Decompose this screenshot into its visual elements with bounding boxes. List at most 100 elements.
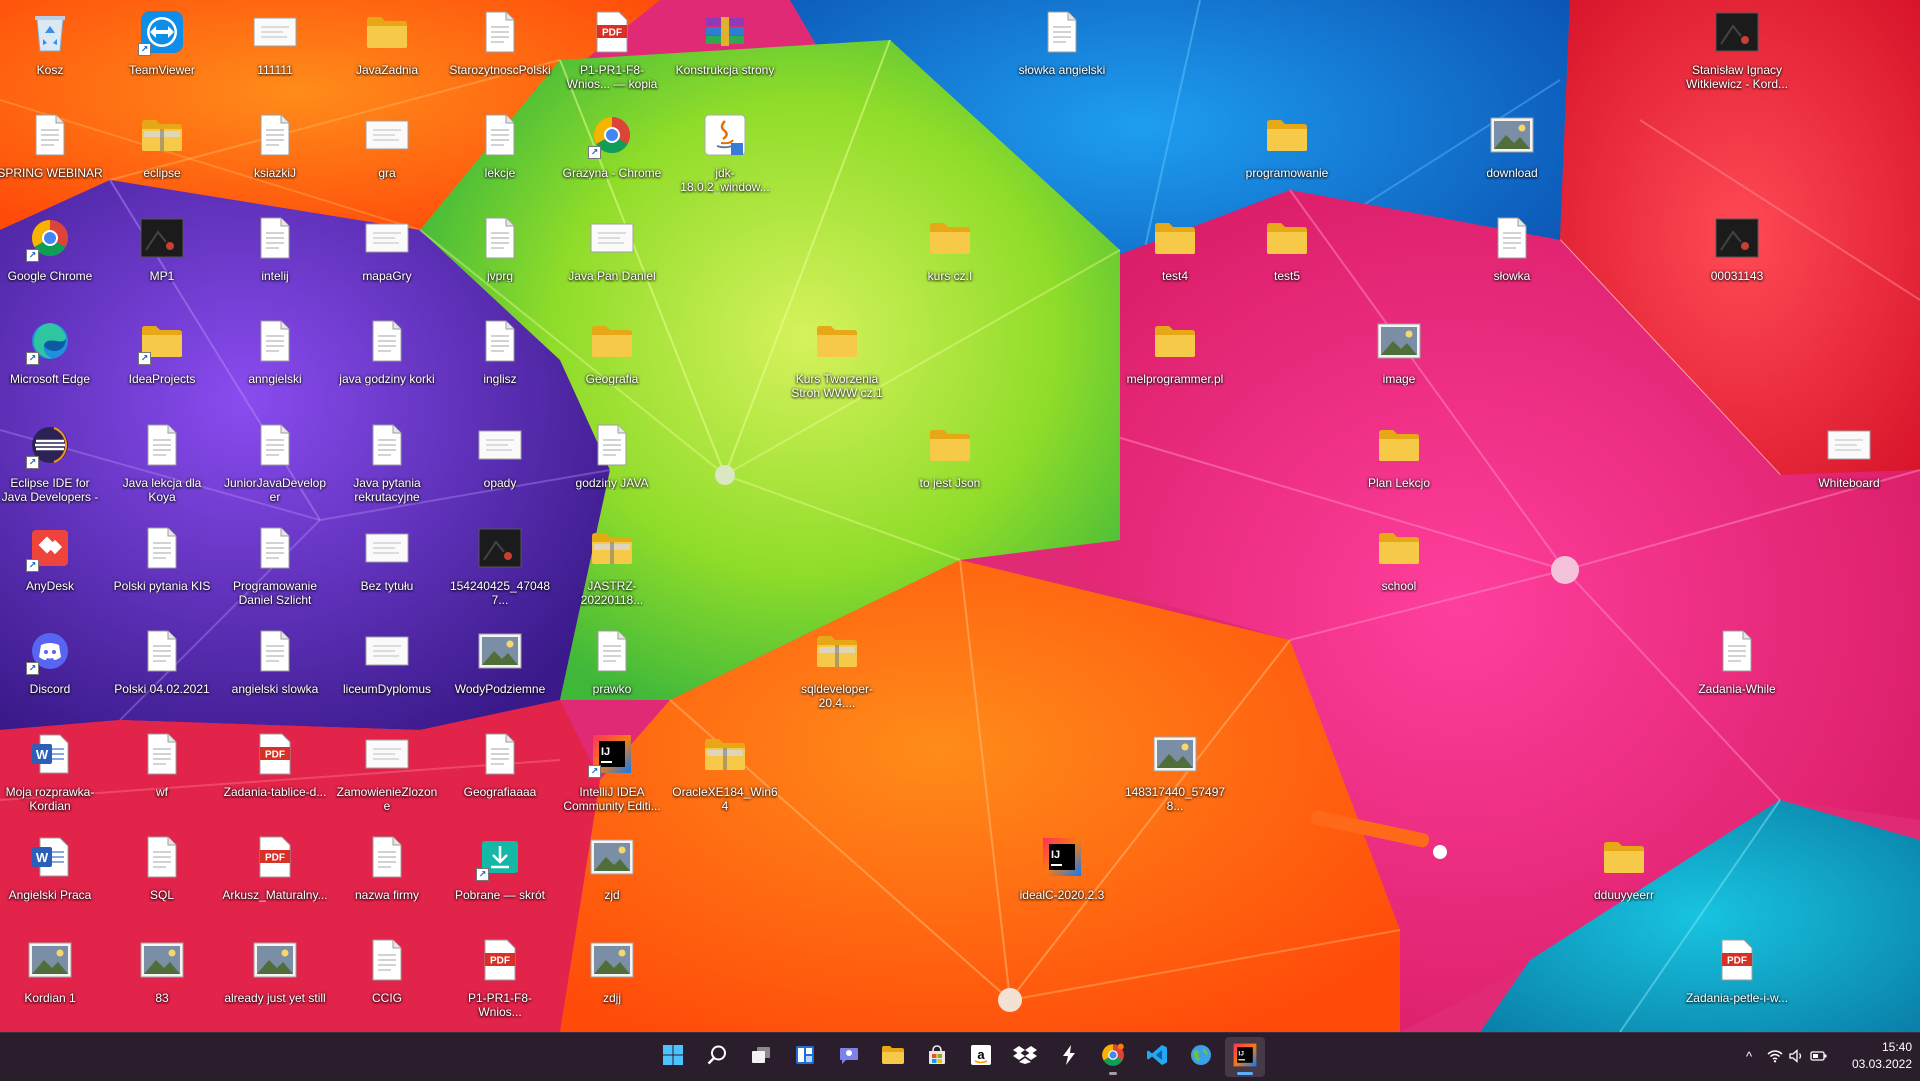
desktop-icon[interactable]: MP1 [108,208,216,308]
desktop-icon[interactable]: ↗ Pobrane — skrót [446,827,554,927]
desktop-icon[interactable]: programowanie [1233,105,1341,205]
wifi-icon[interactable] [1764,1045,1786,1067]
desktop-icon[interactable]: lekcje [446,105,554,205]
winamp-button[interactable] [1049,1037,1089,1077]
file-explorer-button[interactable] [873,1037,913,1077]
start-button[interactable] [653,1037,693,1077]
desktop-icon[interactable]: Kordian 1 [0,930,104,1030]
desktop-icon[interactable]: PDF Zadania-tablice-d... [221,724,329,824]
desktop-icon[interactable]: PDF Arkusz_Maturalny... [221,827,329,927]
desktop-icon[interactable]: zdjj [558,930,666,1030]
desktop-icon[interactable]: CCIG [333,930,441,1030]
desktop-icon[interactable]: ↗ Microsoft Edge [0,311,104,411]
desktop-icon[interactable]: słowka angielski [1008,2,1116,102]
dropbox-button[interactable] [1005,1037,1045,1077]
desktop-icon[interactable]: PDF P1-PR1-F8-Wnios... — kopia [558,2,666,102]
desktop-icon[interactable]: kurs cz.I [896,208,1004,308]
desktop-icon[interactable]: ZamowienieZlozone [333,724,441,824]
search-button[interactable] [697,1037,737,1077]
task-view-button[interactable] [741,1037,781,1077]
desktop-icon[interactable]: school [1345,518,1453,618]
desktop-icon[interactable]: Java lekcja dla Koya [108,415,216,515]
desktop-icon[interactable]: inglisz [446,311,554,411]
widgets-button[interactable] [785,1037,825,1077]
desktop-icon[interactable]: 00031143 [1683,208,1791,308]
desktop-icon[interactable]: godziny JAVA [558,415,666,515]
desktop-icon[interactable]: SQL [108,827,216,927]
desktop-icon[interactable]: W Moja rozprawka-Kordian [0,724,104,824]
desktop-icon[interactable]: SPRING WEBINAR [0,105,104,205]
desktop-icon[interactable]: 83 [108,930,216,1030]
desktop-icon[interactable]: jvprg [446,208,554,308]
desktop-icon[interactable]: ↗ Eclipse IDE for Java Developers - 202..… [0,415,104,515]
desktop-icon[interactable]: ksiazkiJ [221,105,329,205]
desktop-icon[interactable]: JASTRZ-20220118... [558,518,666,618]
globe-app-button[interactable] [1181,1037,1221,1077]
desktop-icon[interactable]: image [1345,311,1453,411]
desktop-icon[interactable]: dduuyyeerr [1570,827,1678,927]
intellij-button[interactable]: IJ [1225,1037,1265,1077]
desktop-icon[interactable]: ↗ TeamViewer [108,2,216,102]
desktop-icon[interactable]: Whiteboard [1795,415,1903,515]
desktop-icon[interactable]: Polski 04.02.2021 [108,621,216,721]
desktop-icon[interactable]: Geografia [558,311,666,411]
desktop-icon[interactable]: gra [333,105,441,205]
desktop-icon[interactable]: Plan Lekcjo [1345,415,1453,515]
desktop-icon[interactable]: ↗ IdeaProjects [108,311,216,411]
desktop-icon[interactable]: 154240425_470487... [446,518,554,618]
desktop[interactable]: Kosz SPRING WEBINAR ↗ Google Chrome ↗ Microso… [0,0,1920,1032]
battery-icon[interactable] [1808,1045,1830,1067]
desktop-icon[interactable]: Stanisław Ignacy Witkiewicz - Kord... [1683,2,1791,102]
system-clock[interactable]: 15:40 03.03.2022 [1828,1039,1912,1075]
desktop-icon[interactable]: JuniorJavaDeveloper [221,415,329,515]
desktop-icon[interactable]: test5 [1233,208,1341,308]
desktop-icon[interactable]: Java Pan Daniel [558,208,666,308]
amazon-button[interactable]: a [961,1037,1001,1077]
desktop-icon[interactable]: already just yet still [221,930,329,1030]
desktop-icon[interactable]: intelij [221,208,329,308]
desktop-icon[interactable]: słowka [1458,208,1566,308]
desktop-icon[interactable]: W Angielski Praca [0,827,104,927]
vscode-button[interactable] [1137,1037,1177,1077]
desktop-icon[interactable]: java godziny korki [333,311,441,411]
desktop-icon[interactable]: JavaZadnia [333,2,441,102]
desktop-icon[interactable]: ↗ Discord [0,621,104,721]
desktop-icon[interactable]: WodyPodziemne [446,621,554,721]
desktop-icon[interactable]: 111111 [221,2,329,102]
desktop-icon[interactable]: jdk-18.0.2_window... [671,105,779,205]
desktop-icon[interactable]: Polski pytania KIS [108,518,216,618]
desktop-icon[interactable]: to jest Json [896,415,1004,515]
desktop-icon[interactable]: wf [108,724,216,824]
desktop-icon[interactable]: Kurs Tworzenia Stron WWW cz.1 [783,311,891,411]
teams-chat-button[interactable] [829,1037,869,1077]
desktop-icon[interactable]: Geografiaaaa [446,724,554,824]
desktop-icon[interactable]: Java pytania rekrutacyjne [333,415,441,515]
chrome-button[interactable] [1093,1037,1133,1077]
desktop-icon[interactable]: Zadania-While [1683,621,1791,721]
desktop-icon[interactable]: OracleXE184_Win64 [671,724,779,824]
desktop-icon[interactable]: PDF Zadania-petle-i-w... [1683,930,1791,1030]
desktop-icon[interactable]: Bez tytułu [333,518,441,618]
desktop-icon[interactable]: ↗ Grażyna - Chrome [558,105,666,205]
desktop-icon[interactable]: prawko [558,621,666,721]
desktop-icon[interactable]: ↗ AnyDesk [0,518,104,618]
desktop-icon[interactable]: nazwa firmy [333,827,441,927]
desktop-icon[interactable]: StarozytnoscPolski [446,2,554,102]
desktop-icon[interactable]: opady [446,415,554,515]
desktop-icon[interactable]: download [1458,105,1566,205]
desktop-icon[interactable]: anngielski [221,311,329,411]
show-hidden-icons-chevron[interactable]: ^ [1738,1045,1760,1067]
desktop-icon[interactable]: mapaGry [333,208,441,308]
desktop-icon[interactable]: 148317440_574978... [1121,724,1229,824]
desktop-icon[interactable]: melprogrammer.pl [1121,311,1229,411]
desktop-icon[interactable]: IJ idealC-2020.2.3 [1008,827,1116,927]
desktop-icon[interactable]: eclipse [108,105,216,205]
desktop-icon[interactable]: Programowanie Daniel Szlicht Daty... [221,518,329,618]
desktop-icon[interactable]: PDF P1-PR1-F8-Wnios... [446,930,554,1030]
microsoft-store-button[interactable] [917,1037,957,1077]
desktop-icon[interactable]: ↗ Google Chrome [0,208,104,308]
desktop-icon[interactable]: test4 [1121,208,1229,308]
desktop-icon[interactable]: liceumDyplomus [333,621,441,721]
desktop-icon[interactable]: angielski slowka [221,621,329,721]
desktop-icon[interactable]: zjd [558,827,666,927]
